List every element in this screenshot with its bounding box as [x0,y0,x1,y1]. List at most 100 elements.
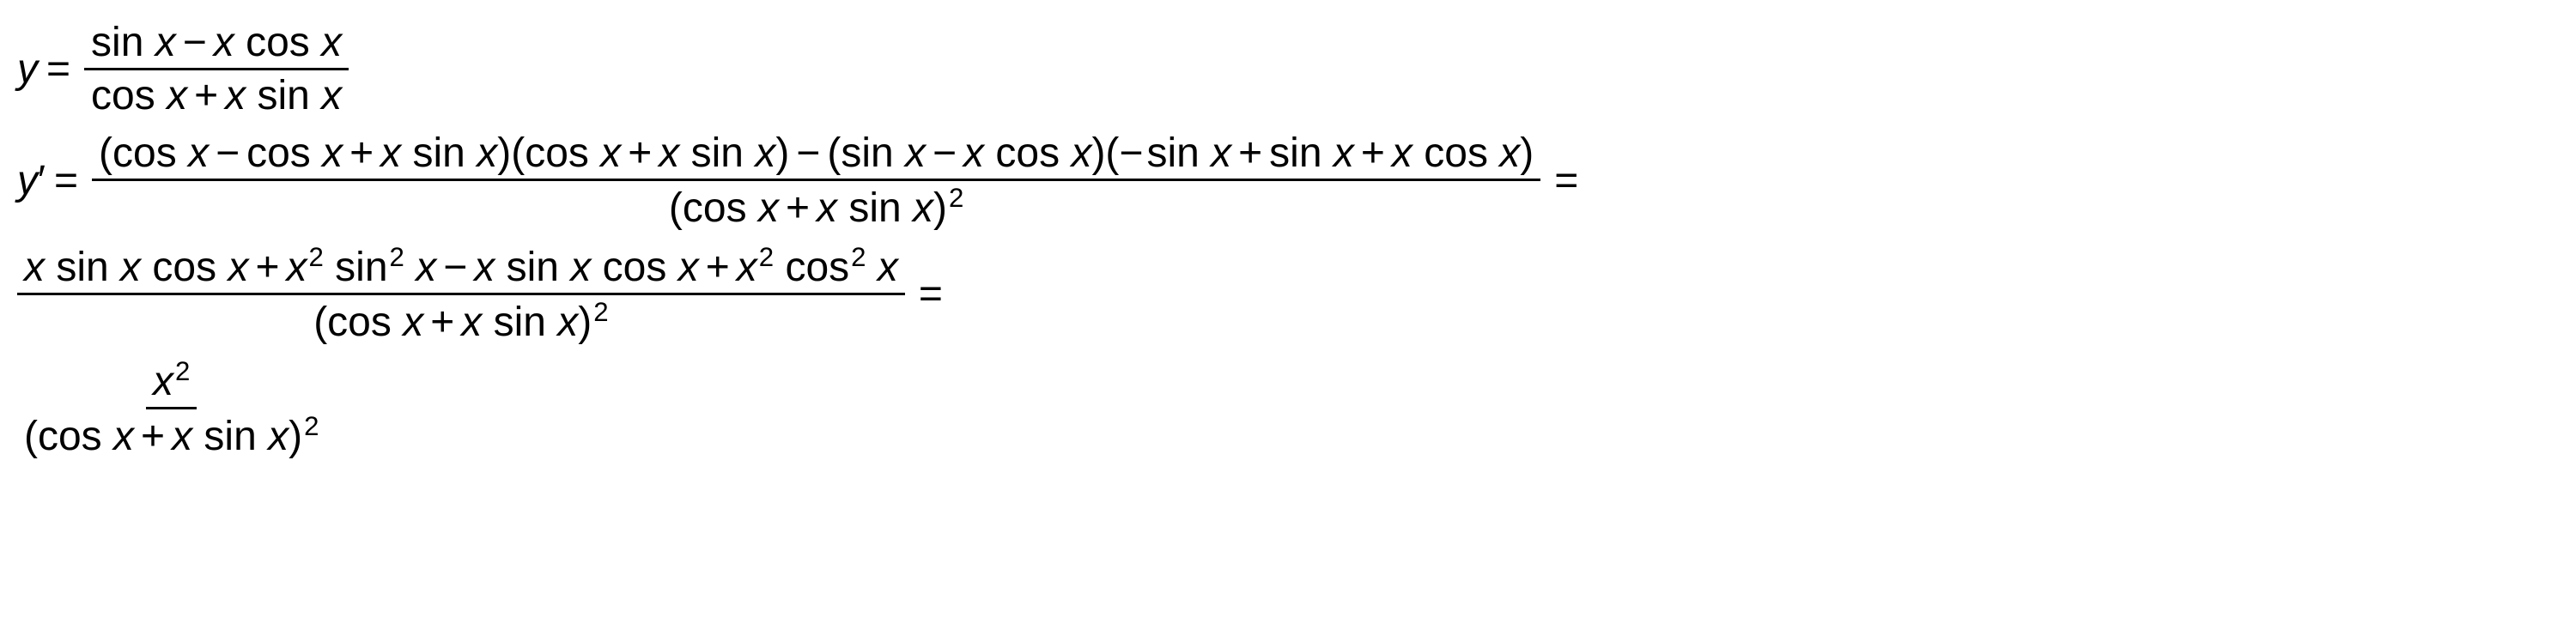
var-x: x [474,245,495,290]
var-x: x [1071,130,1091,176]
var-x: x [155,20,176,65]
numerator-4: x2 [146,354,197,409]
var-x: x [477,130,497,176]
var-x: x [905,130,926,176]
var-x: x [755,130,775,176]
sin: sin [691,130,744,176]
rparen: ) [1520,130,1534,176]
equals: = [46,45,70,93]
denominator-4: (cos x+x sin x)2 [17,409,325,462]
plus: + [141,414,165,459]
lparen: ( [511,130,525,176]
plus: + [1238,130,1262,176]
exponent-2: 2 [308,242,323,272]
var-x: x [403,300,423,345]
var-x: x [321,20,342,65]
cos: cos [246,20,310,65]
equals: = [54,157,78,204]
fraction-4: x2 (cos x+x sin x)2 [17,354,325,462]
lparen: ( [313,300,327,345]
cos: cos [246,130,311,176]
exponent-2: 2 [759,242,774,272]
var-x: x [172,414,192,459]
equation-line-4: x2 (cos x+x sin x)2 [17,354,2559,462]
cos: cos [525,130,589,176]
var-x: x [153,359,173,404]
plus: + [194,73,218,118]
plus: + [255,245,279,290]
minus: − [443,245,467,290]
var-x: x [321,73,342,118]
denominator-2: (cos x+x sin x)2 [662,181,970,233]
var-x: x [188,130,209,176]
lparen: ( [24,414,38,459]
numerator-2: (cos x−cos x+x sin x)(cos x+x sin x)−(si… [92,128,1540,181]
cos: cos [603,245,667,290]
equals: = [1554,157,1578,204]
exponent-2: 2 [851,242,866,272]
cos: cos [112,130,177,176]
var-x: x [1211,130,1231,176]
sin: sin [507,245,559,290]
var-x: x [878,245,898,290]
sin: sin [257,73,309,118]
numerator-3: x sin x cos x+x2 sin2 x−x sin x cos x+x2… [17,240,905,295]
var-x: x [113,414,134,459]
var-x: x [1392,130,1413,176]
fraction-1: sin x−x cos x cos x+x sin x [84,17,349,121]
sin: sin [494,300,546,345]
plus: + [628,130,652,176]
rparen: ) [775,130,789,176]
var-x: x [557,300,578,345]
fraction-2: (cos x−cos x+x sin x)(cos x+x sin x)−(si… [92,128,1540,233]
var-x: x [963,130,984,176]
equals: = [919,270,943,318]
cos: cos [1424,130,1488,176]
prime: ′ [38,157,46,204]
sin: sin [204,414,256,459]
minus: − [1119,130,1143,176]
var-x: x [24,245,45,290]
equation-line-3: x sin x cos x+x2 sin2 x−x sin x cos x+x2… [17,240,2559,348]
cos: cos [785,245,849,290]
var-x: x [225,73,246,118]
numerator-1: sin x−x cos x [84,17,349,70]
minus: − [183,20,207,65]
plus: + [430,300,454,345]
var-x: x [268,414,289,459]
var-x: x [461,300,482,345]
var-x: x [1499,130,1520,176]
plus: + [1361,130,1385,176]
exponent-2: 2 [949,183,963,213]
sin: sin [1146,130,1199,176]
sin: sin [56,245,108,290]
equation-line-1: y = sin x−x cos x cos x+x sin x [17,17,2559,121]
sin: sin [335,245,387,290]
cos: cos [91,73,155,118]
cos: cos [327,300,392,345]
var-x: x [659,130,679,176]
minus: − [216,130,240,176]
exponent-2: 2 [304,411,319,441]
plus: + [349,130,374,176]
denominator-1: cos x+x sin x [84,70,349,121]
lparen: ( [99,130,112,176]
rparen: ) [578,300,592,345]
cos: cos [152,245,216,290]
sin: sin [848,185,901,231]
plus: + [786,185,810,231]
sin: sin [841,130,893,176]
var-x: x [416,245,436,290]
var-x: x [913,185,933,231]
var-x: x [758,185,779,231]
var-y: y [17,157,38,204]
var-x: x [286,245,307,290]
cos: cos [38,414,102,459]
sin: sin [1269,130,1321,176]
var-x: x [228,245,248,290]
exponent-2: 2 [390,242,404,272]
var-x: x [120,245,141,290]
lparen: ( [1105,130,1119,176]
fraction-3: x sin x cos x+x2 sin2 x−x sin x cos x+x2… [17,240,905,348]
var-x: x [380,130,401,176]
